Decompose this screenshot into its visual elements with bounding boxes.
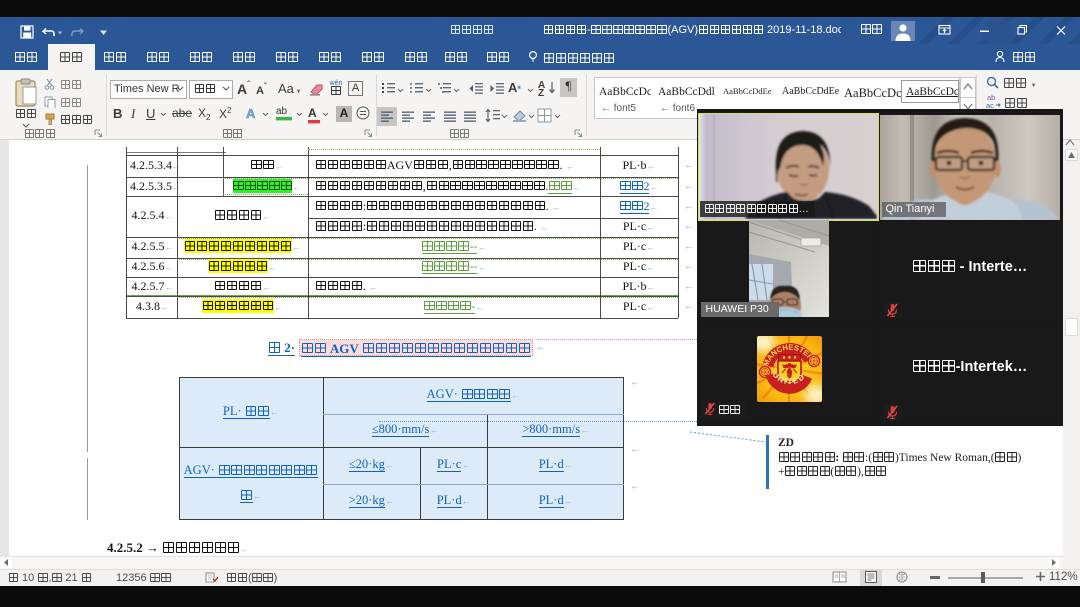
svg-text:ac: ac [986, 101, 994, 109]
